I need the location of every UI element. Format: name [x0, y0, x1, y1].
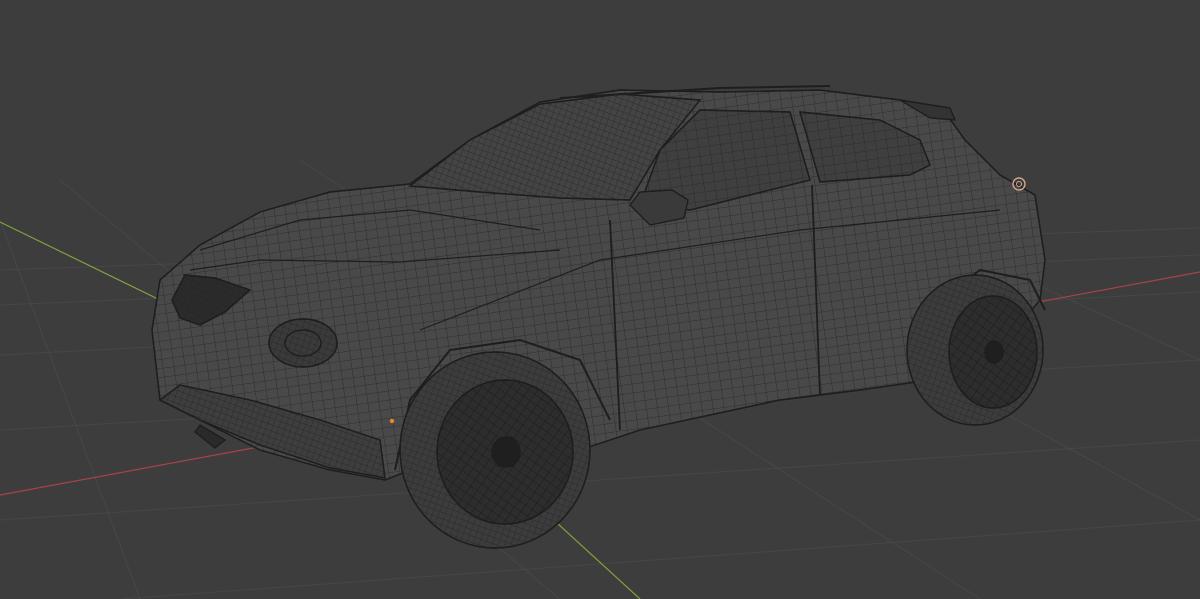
- 3d-viewport[interactable]: [0, 0, 1200, 599]
- y-axis-line: [0, 221, 161, 301]
- car-model: [151, 85, 1046, 549]
- rear-wheel: [906, 274, 1044, 426]
- front-wheel: [399, 351, 591, 549]
- object-origin: [389, 418, 395, 424]
